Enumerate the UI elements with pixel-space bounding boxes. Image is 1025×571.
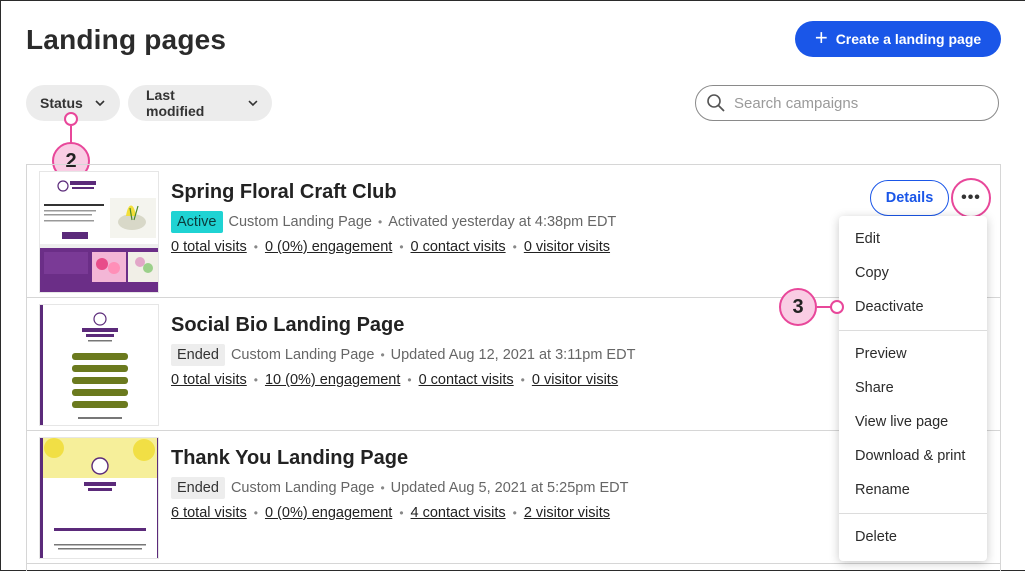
page-type: Custom Landing Page [230, 480, 375, 496]
details-button[interactable]: Details [870, 180, 949, 216]
page-thumbnail[interactable] [39, 171, 159, 293]
page-stats: 0 total visits • 10 (0%) engagement • 0 … [171, 372, 618, 388]
page-thumbnail[interactable] [39, 304, 159, 426]
stat-contact-visits[interactable]: 0 contact visits [419, 372, 514, 388]
menu-item-share[interactable]: Share [855, 380, 894, 396]
status-badge: Ended [171, 477, 225, 499]
menu-item-preview[interactable]: Preview [855, 346, 907, 362]
more-options-menu: Edit Copy Deactivate Preview Share View … [839, 216, 987, 561]
separator-dot: • [253, 373, 258, 387]
menu-divider [839, 513, 987, 514]
thumbnail-image [40, 172, 158, 292]
separator-dot: • [520, 373, 525, 387]
separator-dot: • [399, 506, 404, 520]
callout-number-3: 3 [779, 288, 817, 326]
menu-item-rename[interactable]: Rename [855, 482, 910, 498]
stat-engagement[interactable]: 0 (0%) engagement [265, 505, 392, 521]
stat-visitor-visits[interactable]: 2 visitor visits [524, 505, 610, 521]
status-badge: Ended [171, 344, 225, 366]
stat-total-visits[interactable]: 6 total visits [171, 505, 247, 521]
separator-dot: • [378, 215, 383, 229]
plus-icon: + [814, 25, 828, 50]
stat-total-visits[interactable]: 0 total visits [171, 239, 247, 255]
page-meta: Ended Custom Landing Page • Updated Aug … [171, 477, 628, 499]
chevron-down-icon [248, 100, 258, 107]
page-title: Landing pages [26, 24, 227, 55]
page-date: Updated Aug 5, 2021 at 5:25pm EDT [390, 480, 629, 496]
search-placeholder: Search campaigns [734, 94, 859, 112]
page-meta: Ended Custom Landing Page • Updated Aug … [171, 344, 635, 366]
stat-visitor-visits[interactable]: 0 visitor visits [524, 239, 610, 255]
menu-item-copy[interactable]: Copy [855, 265, 889, 281]
create-landing-page-button[interactable]: + Create a landing page [795, 21, 1001, 57]
separator-dot: • [380, 481, 385, 495]
ellipsis-icon: ••• [961, 189, 981, 206]
last-modified-label: Last modified [146, 87, 205, 119]
chevron-down-icon [95, 100, 105, 107]
menu-item-deactivate[interactable]: Deactivate [855, 299, 924, 315]
page-title-link[interactable]: Social Bio Landing Page [171, 314, 404, 337]
page-type: Custom Landing Page [228, 214, 373, 230]
create-button-label: Create a landing page [835, 31, 982, 47]
stat-contact-visits[interactable]: 4 contact visits [411, 505, 506, 521]
page-meta: Active Custom Landing Page • Activated y… [171, 211, 616, 233]
menu-item-edit[interactable]: Edit [855, 231, 880, 247]
callout-anchor-dot [64, 112, 78, 126]
search-icon [707, 94, 725, 112]
stat-contact-visits[interactable]: 0 contact visits [411, 239, 506, 255]
page-stats: 0 total visits • 0 (0%) engagement • 0 c… [171, 239, 610, 255]
separator-dot: • [253, 240, 258, 254]
callout-connector [817, 306, 831, 308]
page-type: Custom Landing Page [230, 347, 375, 363]
stat-visitor-visits[interactable]: 0 visitor visits [532, 372, 618, 388]
page-date: Updated Aug 12, 2021 at 3:11pm EDT [390, 347, 636, 363]
separator-dot: • [380, 348, 385, 362]
menu-item-download-print[interactable]: Download & print [855, 448, 965, 464]
page-title-link[interactable]: Thank You Landing Page [171, 447, 408, 470]
thumbnail-image [40, 305, 158, 425]
separator-dot: • [253, 506, 258, 520]
more-options-button[interactable]: ••• [951, 178, 991, 218]
page-stats: 6 total visits • 0 (0%) engagement • 4 c… [171, 505, 610, 521]
last-modified-filter[interactable]: Last modified [128, 85, 272, 121]
thumbnail-image [40, 438, 158, 558]
separator-dot: • [407, 373, 412, 387]
separator-dot: • [399, 240, 404, 254]
page-date: Activated yesterday at 4:38pm EDT [388, 214, 617, 230]
page-title-link[interactable]: Spring Floral Craft Club [171, 181, 397, 204]
stat-engagement[interactable]: 0 (0%) engagement [265, 239, 392, 255]
menu-divider [839, 330, 987, 331]
callout-anchor-dot [830, 300, 844, 314]
status-badge: Active [171, 211, 223, 233]
separator-dot: • [512, 240, 517, 254]
page-thumbnail[interactable] [39, 437, 159, 559]
search-input[interactable]: Search campaigns [695, 85, 999, 121]
stat-total-visits[interactable]: 0 total visits [171, 372, 247, 388]
stat-engagement[interactable]: 10 (0%) engagement [265, 372, 400, 388]
menu-item-view-live-page[interactable]: View live page [855, 414, 948, 430]
menu-item-delete[interactable]: Delete [855, 529, 897, 545]
separator-dot: • [512, 506, 517, 520]
status-filter-label: Status [40, 95, 83, 111]
